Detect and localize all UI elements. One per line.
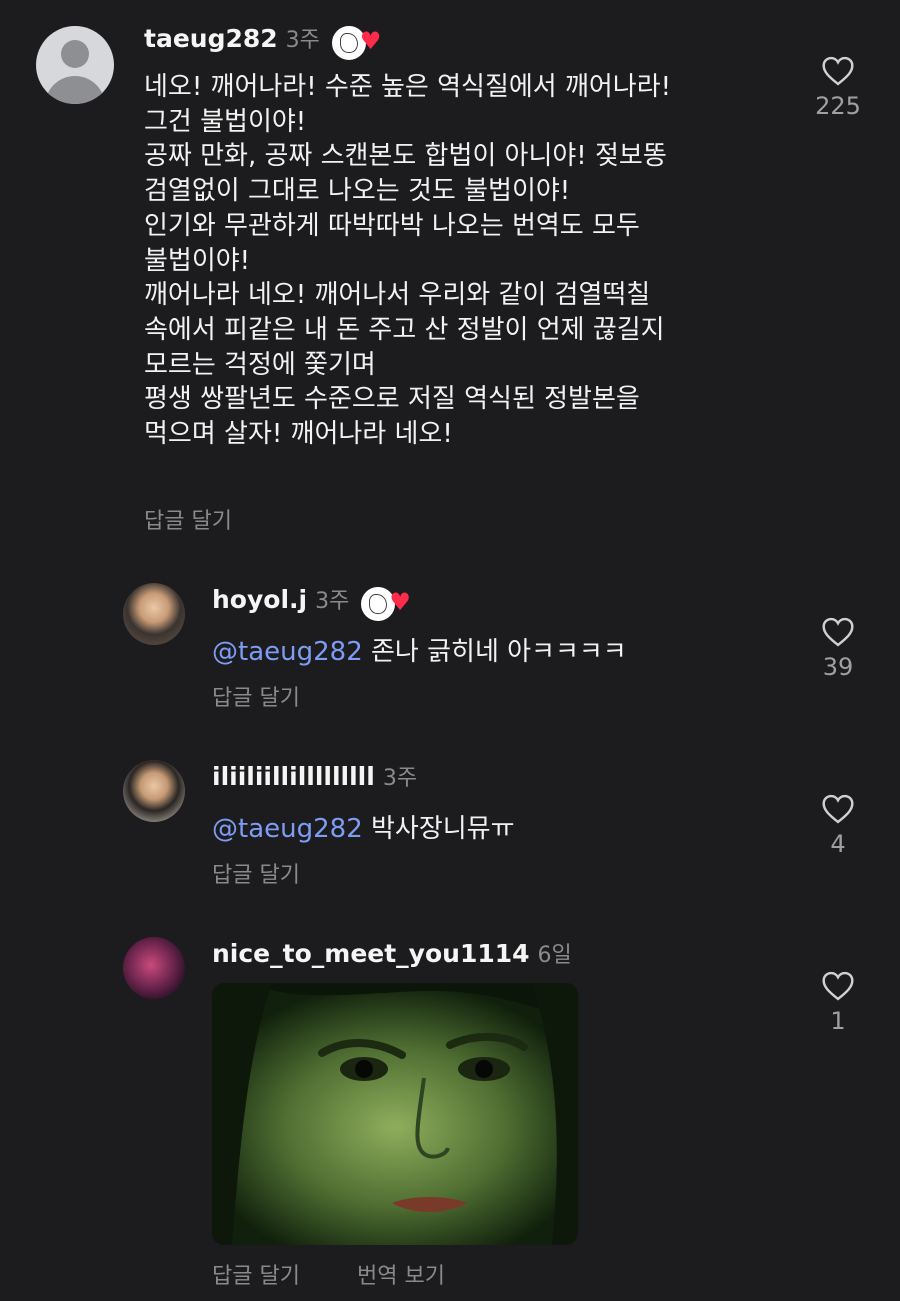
timestamp: 3주 bbox=[315, 589, 350, 614]
heart-outline-icon bbox=[822, 617, 854, 647]
like-button[interactable]: 1 bbox=[798, 971, 878, 1035]
username[interactable]: iliiliillilllllllll bbox=[212, 762, 375, 791]
heart-icon: ♥ bbox=[359, 27, 382, 55]
reply-button[interactable]: 답글 달기 bbox=[144, 503, 232, 535]
comment-header: hoyol.j 3주 ♥ bbox=[212, 583, 415, 623]
creator-liked-badge: ♥ bbox=[329, 24, 386, 62]
comment-header: iliiliillilllllllll 3주 bbox=[212, 760, 417, 792]
like-button[interactable]: 4 bbox=[798, 794, 878, 858]
heart-outline-icon bbox=[822, 56, 854, 86]
comment-body: 박사장니뮤ㅠ bbox=[362, 814, 515, 844]
avatar[interactable] bbox=[123, 937, 185, 999]
mention-link[interactable]: @taeug282 bbox=[212, 814, 363, 844]
username[interactable]: hoyol.j bbox=[212, 585, 307, 614]
reply-button[interactable]: 답글 달기 bbox=[212, 680, 300, 712]
timestamp: 6일 bbox=[537, 943, 572, 968]
comment-text: 네오! 깨어나라! 수준 높은 역식질에서 깨어나라! 그건 불법이야! 공짜 … bbox=[144, 72, 672, 450]
username[interactable]: taeug282 bbox=[144, 24, 278, 53]
default-user-icon bbox=[61, 40, 89, 68]
reply-button[interactable]: 답글 달기 bbox=[212, 857, 300, 889]
face-illustration bbox=[212, 983, 578, 1245]
heart-outline-icon bbox=[822, 794, 854, 824]
timestamp: 3주 bbox=[285, 28, 320, 53]
heart-icon: ♥ bbox=[389, 588, 411, 616]
attached-gif-image[interactable] bbox=[212, 983, 578, 1245]
translate-button[interactable]: 번역 보기 bbox=[357, 1258, 445, 1290]
reply-button[interactable]: 답글 달기 bbox=[212, 1258, 300, 1290]
username[interactable]: nice_to_meet_you1114 bbox=[212, 939, 530, 968]
like-button[interactable]: 225 bbox=[798, 56, 878, 120]
mention-link[interactable]: @taeug282 bbox=[212, 637, 363, 667]
avatar[interactable] bbox=[36, 26, 114, 104]
timestamp: 3주 bbox=[382, 766, 418, 791]
creator-liked-badge: ♥ bbox=[359, 585, 415, 623]
comment-header: nice_to_meet_you1114 6일 bbox=[212, 937, 572, 969]
like-count: 225 bbox=[815, 92, 861, 120]
heart-outline-icon bbox=[822, 971, 854, 1001]
avatar[interactable] bbox=[123, 760, 185, 822]
like-button[interactable]: 39 bbox=[798, 617, 878, 681]
like-count: 1 bbox=[830, 1007, 846, 1035]
comment-text: @taeug282 박사장니뮤ㅠ bbox=[212, 808, 515, 845]
avatar[interactable] bbox=[123, 583, 185, 645]
comment-text: @taeug282 존나 긁히네 아ㅋㅋㅋㅋ bbox=[212, 631, 627, 668]
like-count: 4 bbox=[830, 830, 846, 858]
comment-body: 존나 긁히네 아ㅋㅋㅋㅋ bbox=[362, 637, 627, 667]
like-count: 39 bbox=[822, 653, 854, 681]
comment-header: taeug282 3주 ♥ bbox=[144, 22, 386, 62]
